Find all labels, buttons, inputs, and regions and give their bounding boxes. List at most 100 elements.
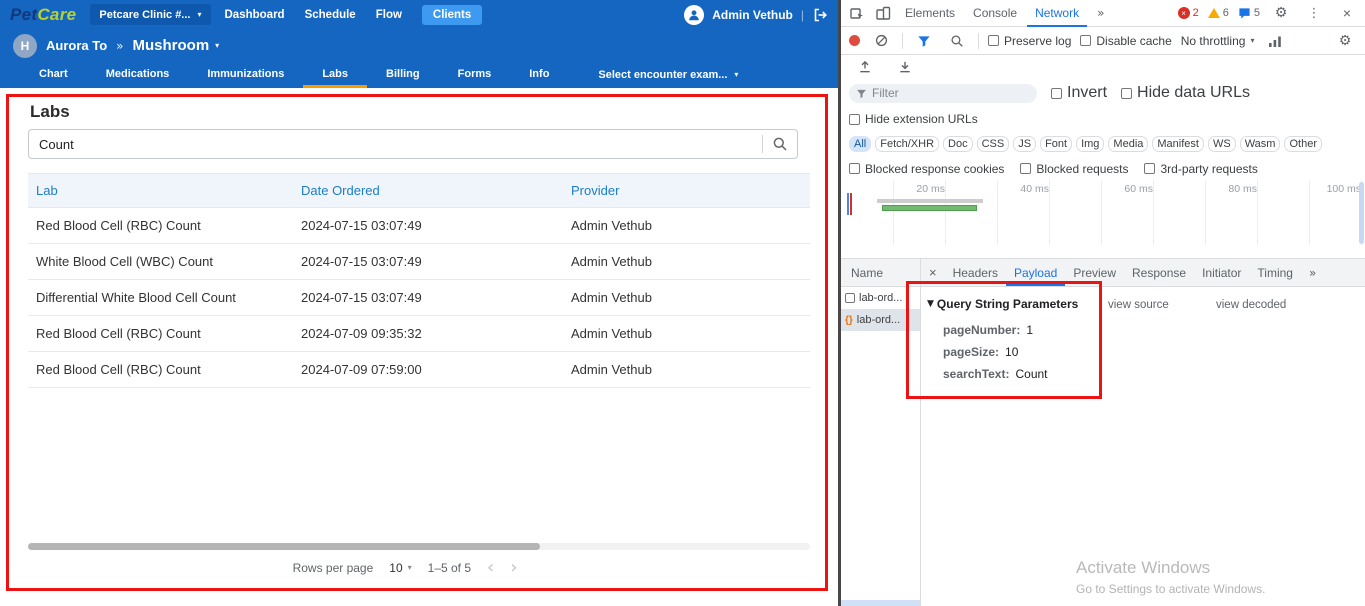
tab-info[interactable]: Info [510, 62, 568, 88]
disable-cache-checkbox[interactable]: Disable cache [1080, 34, 1172, 48]
detail-tab-payload[interactable]: Payload [1006, 259, 1065, 286]
filter-toggle-button[interactable] [912, 30, 936, 52]
tab-immunizations[interactable]: Immunizations [188, 62, 303, 88]
more-options-icon[interactable]: ⋮ [1302, 2, 1326, 24]
rows-per-page-select[interactable]: 10 ▾ [389, 561, 411, 575]
preserve-log-checkbox[interactable]: Preserve log [988, 34, 1071, 48]
nav-item-dashboard[interactable]: Dashboard [225, 9, 285, 21]
network-conditions-button[interactable] [1263, 30, 1287, 52]
hide-extension-urls-checkbox[interactable]: Hide extension URLs [849, 112, 978, 126]
table-row[interactable]: Red Blood Cell (RBC) Count 2024-07-15 03… [28, 207, 810, 244]
close-devtools-button[interactable]: × [1335, 2, 1359, 24]
network-filter-input[interactable] [872, 86, 1012, 100]
devtools-tab-console[interactable]: Console [965, 0, 1025, 27]
close-detail-pane-button[interactable]: × [921, 265, 945, 280]
chip-doc[interactable]: Doc [943, 136, 973, 152]
chip-all[interactable]: All [849, 136, 872, 152]
previous-page-button[interactable]: ‹ [487, 557, 494, 578]
chip-manifest[interactable]: Manifest [1152, 136, 1204, 152]
view-source-link[interactable]: view source [1108, 299, 1169, 311]
chip-wasm[interactable]: Wasm [1239, 136, 1281, 152]
search-button[interactable] [763, 136, 797, 152]
chip-media[interactable]: Media [1108, 136, 1149, 152]
timeline-tick-label: 100 ms [1326, 183, 1361, 195]
hide-data-urls-checkbox[interactable]: Hide data URLs [1121, 84, 1250, 102]
search-icon [951, 34, 963, 47]
request-row-selected[interactable]: {} lab-ord... [841, 309, 920, 331]
export-har-button[interactable] [893, 56, 917, 78]
tab-forms[interactable]: Forms [439, 62, 511, 88]
name-column-header[interactable]: Name [841, 259, 921, 286]
timeline-scrollbar[interactable] [1359, 182, 1364, 244]
tab-labs[interactable]: Labs [303, 62, 368, 88]
more-detail-tabs-button[interactable]: » [1301, 259, 1324, 286]
cell-date: 2024-07-15 03:07:49 [293, 207, 563, 244]
chip-js[interactable]: JS [1013, 136, 1037, 152]
nav-item-clients[interactable]: Clients [421, 4, 483, 25]
chip-ws[interactable]: WS [1207, 136, 1236, 152]
column-header-provider[interactable]: Provider [563, 173, 810, 208]
column-header-date-ordered[interactable]: Date Ordered [293, 173, 563, 208]
table-row[interactable]: Differential White Blood Cell Count 2024… [28, 279, 810, 316]
request-row[interactable]: lab-ord... [841, 287, 920, 309]
table-row[interactable]: Red Blood Cell (RBC) Count 2024-07-09 07… [28, 351, 810, 388]
third-party-requests-checkbox[interactable]: 3rd-party requests [1144, 162, 1258, 176]
owner-name-link[interactable]: Aurora To [46, 38, 107, 53]
labs-search-input[interactable] [29, 136, 762, 152]
payload-param: pageNumber: 1 [943, 323, 1033, 337]
tab-medications[interactable]: Medications [87, 62, 189, 88]
chip-font[interactable]: Font [1040, 136, 1073, 152]
inspect-element-button[interactable] [845, 2, 869, 24]
view-decoded-link[interactable]: view decoded [1216, 299, 1286, 311]
param-name: pageSize: [943, 345, 1000, 359]
network-settings-gear-icon[interactable]: ⚙ [1333, 30, 1357, 52]
device-toolbar-button[interactable] [871, 2, 895, 24]
detail-tab-initiator[interactable]: Initiator [1194, 259, 1249, 286]
invert-checkbox[interactable]: Invert [1051, 84, 1107, 102]
more-tabs-button[interactable]: » [1089, 0, 1112, 27]
patient-name-dropdown[interactable]: Mushroom ▾ [133, 37, 220, 54]
tab-billing[interactable]: Billing [367, 62, 439, 88]
next-page-button[interactable]: › [510, 557, 517, 578]
settings-gear-icon[interactable]: ⚙ [1269, 2, 1293, 24]
devtools-tab-network[interactable]: Network [1027, 0, 1087, 27]
detail-tab-response[interactable]: Response [1124, 259, 1194, 286]
chip-img[interactable]: Img [1076, 136, 1105, 152]
query-string-parameters-section[interactable]: ▼ Query String Parameters [927, 297, 1078, 311]
column-header-lab[interactable]: Lab [28, 173, 293, 208]
chip-fetch-xhr[interactable]: Fetch/XHR [875, 136, 940, 152]
network-overview-timeline[interactable]: 20 ms 40 ms 60 ms 80 ms 100 ms [841, 180, 1365, 259]
patient-avatar[interactable]: H [13, 33, 37, 58]
hide-data-urls-label: Hide data URLs [1137, 84, 1250, 101]
tab-chart[interactable]: Chart [20, 62, 87, 88]
logout-button[interactable] [812, 7, 828, 23]
blocked-response-cookies-checkbox[interactable]: Blocked response cookies [849, 162, 1004, 176]
issues-badge[interactable]: 5 [1238, 7, 1260, 20]
throttling-dropdown[interactable]: No throttling ▾ [1181, 34, 1255, 48]
chip-css[interactable]: CSS [976, 136, 1010, 152]
chip-other[interactable]: Other [1284, 136, 1322, 152]
detail-tab-headers[interactable]: Headers [945, 259, 1006, 286]
blocked-requests-checkbox[interactable]: Blocked requests [1020, 162, 1128, 176]
table-row[interactable]: Red Blood Cell (RBC) Count 2024-07-09 09… [28, 315, 810, 352]
clinic-selector-button[interactable]: Petcare Clinic #... ▾ [90, 4, 211, 25]
request-list-scrollbar[interactable] [841, 600, 920, 606]
horizontal-scrollbar-thumb[interactable] [28, 543, 540, 550]
detail-tab-timing[interactable]: Timing [1249, 259, 1301, 286]
detail-tab-preview[interactable]: Preview [1065, 259, 1124, 286]
record-network-log-button[interactable] [849, 35, 860, 46]
table-row[interactable]: White Blood Cell (WBC) Count 2024-07-15 … [28, 243, 810, 280]
devtools-tab-elements[interactable]: Elements [897, 0, 963, 27]
warnings-badge[interactable]: 6 [1207, 7, 1229, 19]
import-har-button[interactable] [853, 56, 877, 78]
checkbox-icon [849, 163, 860, 174]
errors-badge[interactable]: × 2 [1177, 7, 1199, 19]
network-search-button[interactable] [945, 30, 969, 52]
clear-network-log-button[interactable] [869, 30, 893, 52]
nav-item-flow[interactable]: Flow [376, 9, 402, 21]
user-menu[interactable]: Admin Vethub | [684, 4, 828, 25]
encounter-select-dropdown[interactable]: Select encounter exam... ▾ [598, 62, 738, 88]
nav-item-schedule[interactable]: Schedule [305, 9, 356, 21]
warning-icon [1207, 8, 1220, 18]
petcare-logo[interactable]: Pet Care [10, 5, 76, 25]
